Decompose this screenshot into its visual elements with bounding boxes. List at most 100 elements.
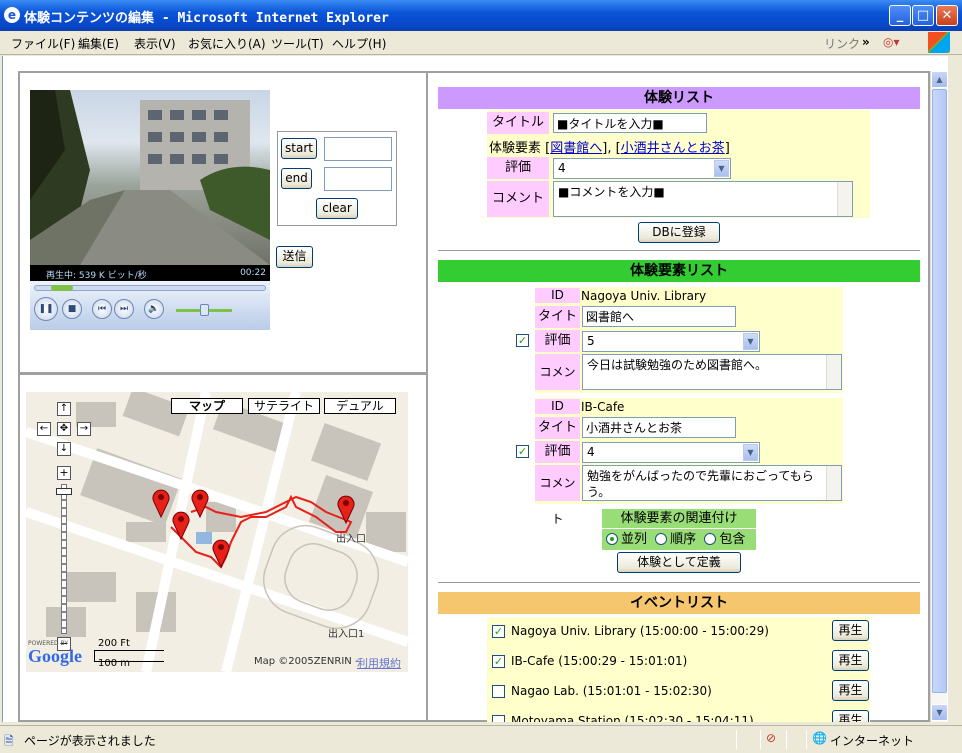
map-marker-3[interactable] bbox=[171, 510, 191, 540]
vertical-scrollbar[interactable]: ▲ ▼ bbox=[930, 71, 948, 722]
relation-title: 体験要素の関連付け bbox=[602, 509, 756, 528]
chevron-down-icon[interactable]: ▼ bbox=[743, 444, 758, 461]
pan-left-icon[interactable]: ← bbox=[37, 422, 51, 436]
close-button[interactable]: ✕ bbox=[936, 5, 958, 26]
map-type-satellite-button[interactable]: サテライト bbox=[248, 398, 320, 414]
radio-parallel-icon[interactable] bbox=[606, 533, 618, 545]
pan-right-icon[interactable]: → bbox=[77, 422, 91, 436]
event-3-checkbox[interactable] bbox=[492, 685, 505, 698]
map-marker-5[interactable] bbox=[336, 494, 356, 524]
start-time-field[interactable] bbox=[324, 137, 392, 161]
scroll-up-icon[interactable]: ▲ bbox=[931, 71, 948, 88]
clear-button[interactable]: clear bbox=[316, 198, 358, 219]
experience-comment-field[interactable]: ■コメントを入力■ bbox=[553, 181, 853, 217]
experience-title-field[interactable]: ■タイトルを入力■ bbox=[553, 113, 707, 133]
end-time-field[interactable] bbox=[324, 167, 392, 191]
pan-center-icon[interactable]: ✥ bbox=[57, 422, 71, 436]
element-2-title-field[interactable]: 小酒井さんとお茶 bbox=[582, 417, 736, 438]
element-1-title-field[interactable]: 図書館へ bbox=[582, 306, 736, 327]
menu-favorites[interactable]: お気に入り(A) bbox=[188, 35, 266, 52]
relation-include[interactable]: 包含 bbox=[704, 532, 745, 547]
map-marker-4[interactable] bbox=[211, 538, 231, 568]
seek-bar[interactable] bbox=[34, 285, 266, 291]
zoom-slider[interactable] bbox=[61, 484, 67, 634]
element-1-rating-label: 評価 bbox=[535, 330, 580, 352]
radio-include-icon[interactable] bbox=[704, 533, 717, 545]
maximize-button[interactable]: □ bbox=[912, 5, 934, 26]
event-2-checkbox[interactable]: ✓ bbox=[492, 655, 505, 668]
popup-blocked-icon[interactable]: ⊘ bbox=[766, 731, 776, 745]
comment-scrollbar[interactable] bbox=[837, 182, 852, 216]
terms-link[interactable]: 利用規約 bbox=[357, 655, 401, 671]
element-1-checkbox[interactable]: ✓ bbox=[516, 334, 529, 347]
next-icon[interactable]: ⏭ bbox=[114, 299, 134, 319]
element-1-comment-text: 今日は試験勉強のため図書館へ。 bbox=[587, 358, 768, 372]
relation-parallel-label: 並列 bbox=[621, 532, 648, 547]
links-chevron-icon[interactable]: » bbox=[862, 35, 870, 49]
relation-parallel[interactable]: 並列 bbox=[606, 532, 647, 547]
map-marker-1[interactable] bbox=[151, 488, 171, 518]
video-status-text: 再生中: 539 K ビット/秒 bbox=[46, 271, 147, 281]
radio-sequence-icon[interactable] bbox=[655, 533, 668, 545]
zoom-in-icon[interactable]: + bbox=[57, 466, 71, 480]
element-link-library[interactable]: 図書館へ bbox=[550, 141, 602, 156]
experience-rating-value: 4 bbox=[558, 161, 566, 175]
pause-icon[interactable]: ❚❚ bbox=[34, 297, 58, 321]
chevron-down-icon[interactable]: ▼ bbox=[714, 160, 729, 177]
translate-icon[interactable]: ◎▾ bbox=[883, 35, 900, 49]
element-link-cafe[interactable]: 小酒井さんとお茶 bbox=[621, 141, 725, 156]
event-4-checkbox[interactable] bbox=[492, 715, 505, 722]
element-2-checkbox[interactable]: ✓ bbox=[516, 445, 529, 458]
start-button[interactable]: start bbox=[281, 138, 317, 159]
event-4-play-button[interactable]: 再生 bbox=[832, 710, 869, 722]
volume-icon[interactable]: 🔈 bbox=[144, 299, 164, 319]
menu-file[interactable]: ファイル(F) bbox=[11, 35, 75, 52]
links-label[interactable]: リンク bbox=[824, 35, 860, 52]
minimize-button[interactable]: _ bbox=[889, 5, 911, 26]
register-db-button[interactable]: DBに登録 bbox=[638, 222, 720, 243]
comment-scrollbar[interactable] bbox=[826, 466, 841, 500]
element-1-comment-field[interactable]: 今日は試験勉強のため図書館へ。 bbox=[582, 354, 842, 390]
event-1-play-button[interactable]: 再生 bbox=[832, 620, 869, 641]
menu-tools[interactable]: ツール(T) bbox=[271, 35, 324, 52]
relation-sequence[interactable]: 順序 bbox=[655, 532, 696, 547]
scale-meters: 100 m bbox=[98, 658, 131, 669]
video-player[interactable]: 再生中: 539 K ビット/秒 00:22 ❚❚ ■ ⏮ ⏭ 🔈 bbox=[30, 90, 270, 330]
pan-down-icon[interactable]: ↓ bbox=[57, 442, 71, 456]
element-2-id-label: ID bbox=[535, 399, 580, 414]
element-2-comment-field[interactable]: 勉強をがんばったので先輩におごってもらう。 bbox=[582, 465, 842, 501]
menu-help[interactable]: ヘルプ(H) bbox=[332, 35, 386, 52]
define-experience-button[interactable]: 体験として定義 bbox=[617, 552, 741, 573]
scroll-down-icon[interactable]: ▼ bbox=[931, 704, 948, 721]
zoom-slider-thumb[interactable] bbox=[56, 488, 72, 495]
map-type-dual-button[interactable]: デュアル bbox=[324, 398, 396, 414]
google-logo[interactable]: Google bbox=[28, 646, 82, 667]
seek-thumb[interactable] bbox=[51, 285, 73, 291]
element-1-title-label: タイトル bbox=[535, 306, 580, 346]
scale-feet: 200 Ft bbox=[98, 638, 130, 649]
pan-up-icon[interactable]: ↑ bbox=[57, 402, 71, 416]
map-marker-2[interactable] bbox=[190, 488, 210, 518]
menu-edit[interactable]: 編集(E) bbox=[78, 35, 119, 52]
element-2-rating-select[interactable]: 4 ▼ bbox=[582, 442, 760, 463]
event-2-play-button[interactable]: 再生 bbox=[832, 650, 869, 671]
end-button[interactable]: end bbox=[281, 168, 312, 189]
menu-view[interactable]: 表示(V) bbox=[134, 35, 176, 52]
event-3-play-button[interactable]: 再生 bbox=[832, 680, 869, 701]
map-type-map-button[interactable]: マップ bbox=[171, 398, 243, 414]
scroll-thumb[interactable] bbox=[932, 89, 947, 693]
comment-scrollbar[interactable] bbox=[826, 355, 841, 389]
window-title-bar[interactable]: e 体験コンテンツの編集 - Microsoft Internet Explor… bbox=[0, 0, 962, 31]
send-button[interactable]: 送信 bbox=[276, 246, 313, 268]
event-1-checkbox[interactable]: ✓ bbox=[492, 625, 505, 638]
volume-thumb[interactable] bbox=[200, 304, 209, 316]
stop-icon[interactable]: ■ bbox=[62, 299, 82, 319]
element-1-rating-select[interactable]: 5 ▼ bbox=[582, 331, 760, 352]
experience-rating-select[interactable]: 4 ▼ bbox=[553, 158, 731, 179]
previous-icon[interactable]: ⏮ bbox=[92, 299, 112, 319]
map-view[interactable]: 出入口 出入口1 ↑ ← ✥ → ↓ + − POWERED BY Google… bbox=[26, 392, 408, 672]
element-2-comment-label: コメント bbox=[535, 465, 580, 526]
chevron-down-icon[interactable]: ▼ bbox=[743, 333, 758, 350]
status-text: ページが表示されました bbox=[24, 734, 156, 748]
element-2-rating-value: 4 bbox=[587, 445, 595, 459]
